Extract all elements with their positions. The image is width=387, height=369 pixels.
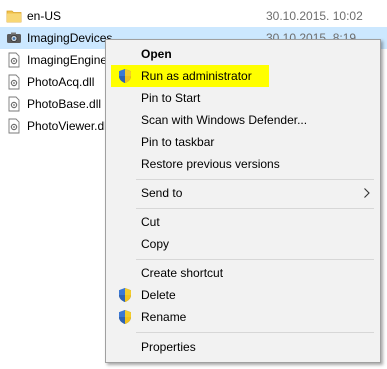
file-date: 30.10.2015. 10:02 [266,9,363,23]
menu-item-create-shortcut[interactable]: Create shortcut [108,262,378,284]
context-menu: Open Run as administrator Pin to Start S… [105,39,381,363]
menu-item-label: Properties [141,340,196,354]
file-name: en-US [27,9,62,23]
menu-item-label: Create shortcut [141,266,224,280]
folder-icon [6,8,22,24]
menu-item-pin-to-start[interactable]: Pin to Start [108,87,378,109]
uac-shield-icon [117,287,133,303]
menu-item-run-as-administrator[interactable]: Run as administrator [111,65,269,87]
file-row-en-us[interactable]: en-US 30.10.2015. 10:02 [0,5,387,27]
menu-item-delete[interactable]: Delete [108,284,378,306]
dll-icon [6,96,22,112]
menu-item-label: Open [141,47,172,61]
menu-item-label: Restore previous versions [141,157,280,171]
explorer-window: en-US 30.10.2015. 10:02 ImagingDevices 3… [0,0,387,369]
uac-shield-icon [117,309,133,325]
menu-item-label: Delete [141,288,176,302]
menu-item-copy[interactable]: Copy [108,233,378,255]
menu-item-label: Scan with Windows Defender... [141,113,308,127]
menu-separator [136,332,374,333]
chevron-right-icon [362,187,372,199]
menu-item-pin-to-taskbar[interactable]: Pin to taskbar [108,131,378,153]
menu-item-open[interactable]: Open [108,43,378,65]
file-name: PhotoAcq.dll [27,75,95,89]
menu-item-restore-versions[interactable]: Restore previous versions [108,153,378,175]
menu-item-label: Run as administrator [141,69,252,83]
menu-item-label: Pin to Start [141,91,201,105]
menu-item-scan-defender[interactable]: Scan with Windows Defender... [108,109,378,131]
menu-item-cut[interactable]: Cut [108,211,378,233]
menu-item-send-to[interactable]: Send to [108,182,378,204]
dll-icon [6,74,22,90]
file-name: ImagingDevices [27,31,113,45]
menu-separator [136,259,374,260]
menu-item-label: Rename [141,310,187,324]
menu-item-rename[interactable]: Rename [108,306,378,328]
menu-item-label: Pin to taskbar [141,135,215,149]
file-name: PhotoViewer.dll [27,119,110,133]
file-name: ImagingEngine [27,53,108,67]
menu-item-label: Cut [141,215,160,229]
menu-item-label: Copy [141,237,170,251]
menu-item-properties[interactable]: Properties [108,336,378,358]
file-name: PhotoBase.dll [27,97,102,111]
dll-icon [6,52,22,68]
uac-shield-icon [117,68,133,84]
menu-item-label: Send to [141,186,183,200]
exe-icon [6,30,22,46]
menu-separator [136,208,374,209]
dll-icon [6,118,22,134]
menu-separator [136,179,374,180]
